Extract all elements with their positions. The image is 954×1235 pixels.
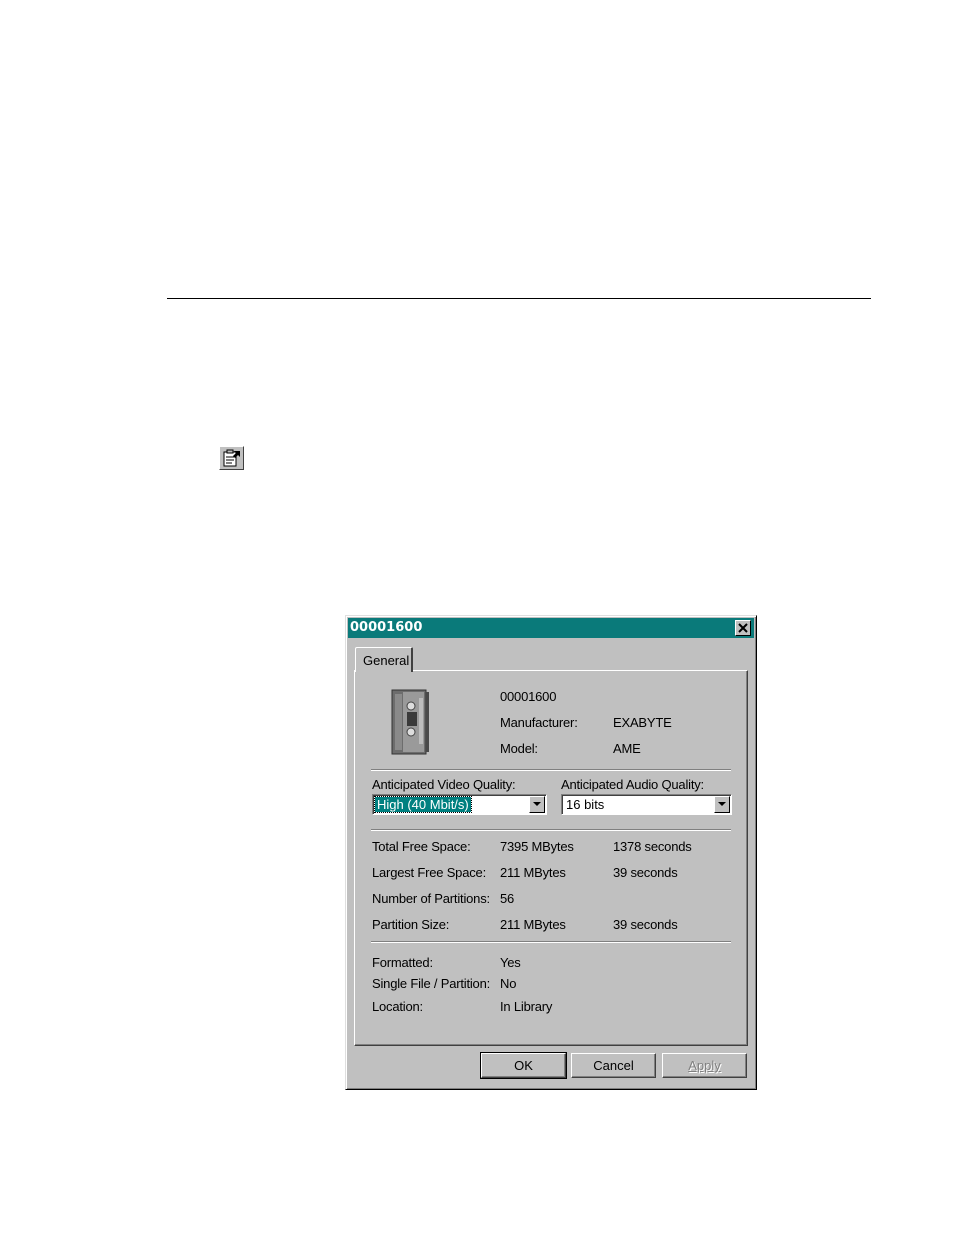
total-free-space-time: 1378 seconds — [613, 839, 692, 854]
apply-button[interactable]: Apply — [662, 1053, 747, 1078]
general-panel: 00001600 Manufacturer: EXABYTE Model: AM… — [354, 670, 748, 1046]
video-quality-value: High (40 Mbit/s) — [374, 796, 472, 813]
partition-time-value: 39 seconds — [613, 917, 678, 932]
separator — [371, 769, 731, 771]
formatted-label: Formatted: — [372, 955, 433, 970]
tape-properties-dialog: 00001600 General 00001600 Manufacturer: … — [345, 615, 757, 1090]
audio-quality-label: Anticipated Audio Quality: — [561, 777, 704, 792]
close-button[interactable] — [735, 620, 751, 636]
close-icon — [738, 623, 748, 633]
properties-icon — [219, 446, 244, 470]
number-of-partitions-value: 56 — [500, 891, 515, 906]
single-file-partition-label: Single File / Partition: — [372, 976, 491, 991]
separator — [371, 829, 731, 831]
location-label: Location: — [372, 999, 423, 1014]
dialog-title: 00001600 — [350, 620, 423, 635]
cancel-button[interactable]: Cancel — [571, 1053, 656, 1078]
partition-size-value: 211 MBytes — [500, 917, 566, 932]
ok-button[interactable]: OK — [480, 1052, 567, 1079]
single-file-partition-value: No — [500, 976, 517, 991]
total-free-space-size: 7395 MBytes — [500, 839, 574, 854]
horizontal-rule — [167, 298, 871, 299]
separator — [371, 941, 731, 943]
tab-general-label: General — [363, 653, 410, 668]
video-quality-label: Anticipated Video Quality: — [372, 777, 516, 792]
location-value: In Library — [500, 999, 553, 1014]
model-value: AME — [613, 741, 641, 756]
audio-quality-dropdown-button[interactable] — [714, 796, 730, 813]
chevron-down-icon — [718, 802, 726, 806]
tab-general[interactable]: General — [355, 647, 413, 672]
manufacturer-value: EXABYTE — [613, 715, 672, 730]
tape-cassette-icon — [391, 689, 429, 755]
title-bar[interactable]: 00001600 — [348, 618, 754, 638]
largest-free-space-time: 39 seconds — [613, 865, 678, 880]
total-free-space-label: Total Free Space: — [372, 839, 471, 854]
audio-quality-value: 16 bits — [566, 797, 605, 812]
model-label: Model: — [500, 741, 538, 756]
video-quality-select[interactable]: High (40 Mbit/s) — [372, 794, 547, 815]
manufacturer-label: Manufacturer: — [500, 715, 578, 730]
partition-size-label: Partition Size: — [372, 917, 450, 932]
audio-quality-select[interactable]: 16 bits — [561, 794, 732, 815]
number-of-partitions-label: Number of Partitions: — [372, 891, 490, 906]
tape-id: 00001600 — [500, 689, 557, 704]
formatted-value: Yes — [500, 955, 521, 970]
chevron-down-icon — [533, 802, 541, 806]
largest-free-space-label: Largest Free Space: — [372, 865, 486, 880]
video-quality-dropdown-button[interactable] — [529, 796, 545, 813]
largest-free-space-size: 211 MBytes — [500, 865, 566, 880]
